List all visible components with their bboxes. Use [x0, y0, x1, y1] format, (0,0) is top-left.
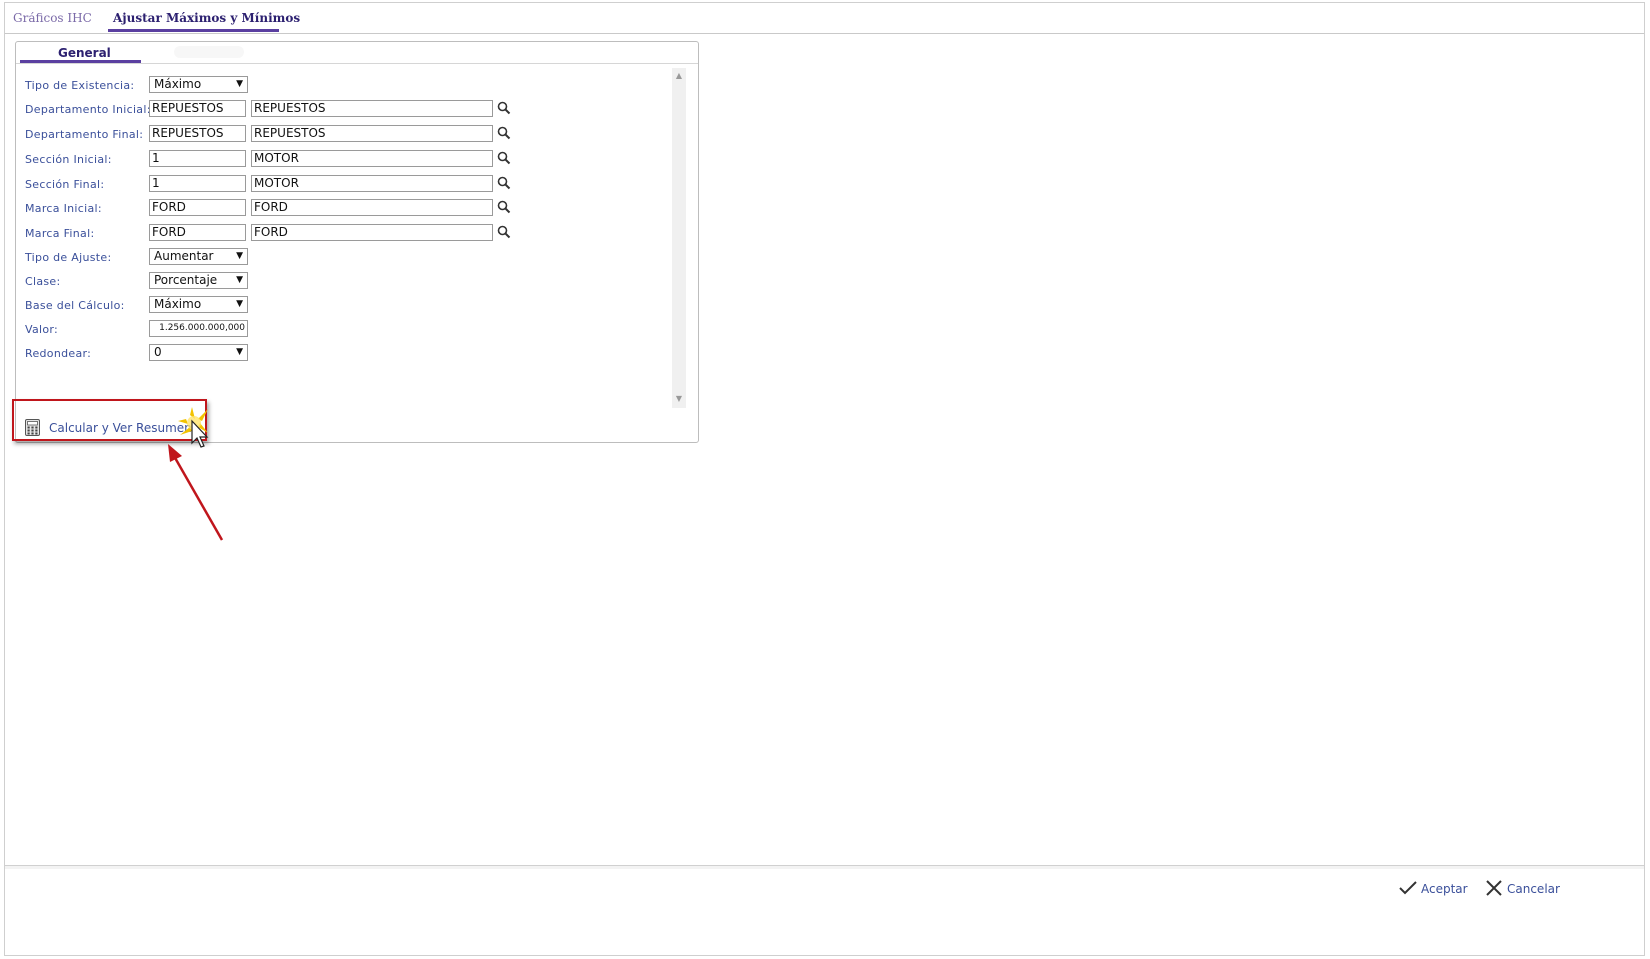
valor-label: Valor: [25, 323, 59, 336]
tipo-existencia-label: Tipo de Existencia: [25, 79, 135, 92]
clase-label: Clase: [25, 275, 61, 288]
tipo-existencia-value: Máximo [154, 77, 202, 91]
base-calculo-value: Máximo [154, 297, 202, 311]
depto-inicial-code-field[interactable]: REPUESTOS [149, 100, 246, 117]
cancelar-label: Cancelar [1507, 882, 1560, 896]
scroll-up-icon[interactable]: ▲ [674, 71, 684, 81]
clase-select[interactable]: Porcentaje ▼ [149, 272, 248, 289]
footer-shade [5, 866, 1644, 869]
seccion-final-desc-field[interactable]: MOTOR [251, 175, 493, 192]
dropdown-caret-icon: ▼ [236, 251, 243, 261]
search-icon[interactable] [497, 200, 511, 214]
subtab-divider [16, 63, 698, 64]
marca-final-desc-field[interactable]: FORD [251, 224, 493, 241]
depto-final-code-field[interactable]: REPUESTOS [149, 125, 246, 142]
active-tab-indicator [108, 29, 279, 32]
base-calculo-label: Base del Cálculo: [25, 299, 125, 312]
search-icon[interactable] [497, 225, 511, 239]
base-calculo-select[interactable]: Máximo ▼ [149, 296, 248, 313]
marca-final-code-field[interactable]: FORD [149, 224, 246, 241]
valor-field[interactable]: 1.256.000.000,000 [149, 320, 248, 337]
close-icon [1486, 880, 1502, 896]
aceptar-label: Aceptar [1421, 882, 1468, 896]
marca-inicial-label: Marca Inicial: [25, 202, 102, 215]
seccion-final-code-field[interactable]: 1 [149, 175, 246, 192]
check-icon [1399, 881, 1417, 895]
mouse-cursor-icon [178, 407, 209, 448]
top-tab-bar: Gráficos IHC Ajustar Máximos y Mínimos [5, 3, 1644, 34]
dropdown-caret-icon: ▼ [236, 275, 243, 285]
tab-general[interactable]: General [58, 46, 111, 60]
redondear-select[interactable]: 0 ▼ [149, 344, 248, 361]
search-icon[interactable] [497, 126, 511, 140]
main-window: Gráficos IHC Ajustar Máximos y Mínimos G… [4, 2, 1645, 956]
marca-inicial-desc-field[interactable]: FORD [251, 199, 493, 216]
search-icon[interactable] [497, 176, 511, 190]
redondear-label: Redondear: [25, 347, 92, 360]
tab-graficos-ihc[interactable]: Gráficos IHC [13, 11, 92, 25]
tipo-ajuste-label: Tipo de Ajuste: [25, 251, 112, 264]
search-icon[interactable] [497, 151, 511, 165]
seccion-inicial-label: Sección Inicial: [25, 153, 112, 166]
marca-inicial-code-field[interactable]: FORD [149, 199, 246, 216]
tipo-ajuste-select[interactable]: Aumentar ▼ [149, 248, 248, 265]
tab-ajustar-maximos-minimos[interactable]: Ajustar Máximos y Mínimos [113, 11, 300, 25]
seccion-inicial-code-field[interactable]: 1 [149, 150, 246, 167]
redondear-value: 0 [154, 345, 162, 359]
red-arrow-annotation [168, 444, 224, 541]
hidden-tab [174, 46, 244, 58]
vertical-scrollbar[interactable]: ▲ ▼ [672, 68, 686, 408]
scroll-down-icon[interactable]: ▼ [674, 394, 684, 404]
depto-final-label: Departamento Final: [25, 128, 144, 141]
dropdown-caret-icon: ▼ [236, 79, 243, 89]
seccion-final-label: Sección Final: [25, 178, 105, 191]
clase-value: Porcentaje [154, 273, 218, 287]
marca-final-label: Marca Final: [25, 227, 95, 240]
tipo-existencia-select[interactable]: Máximo ▼ [149, 76, 248, 93]
depto-inicial-desc-field[interactable]: REPUESTOS [251, 100, 493, 117]
form-panel: General ▲ ▼ Tipo de Existencia: Máximo ▼ … [15, 41, 699, 443]
tipo-ajuste-value: Aumentar [154, 249, 214, 263]
dropdown-caret-icon: ▼ [236, 347, 243, 357]
dropdown-caret-icon: ▼ [236, 299, 243, 309]
depto-inicial-label: Departamento Inicial: [25, 103, 151, 116]
search-icon[interactable] [497, 101, 511, 115]
depto-final-desc-field[interactable]: REPUESTOS [251, 125, 493, 142]
seccion-inicial-desc-field[interactable]: MOTOR [251, 150, 493, 167]
